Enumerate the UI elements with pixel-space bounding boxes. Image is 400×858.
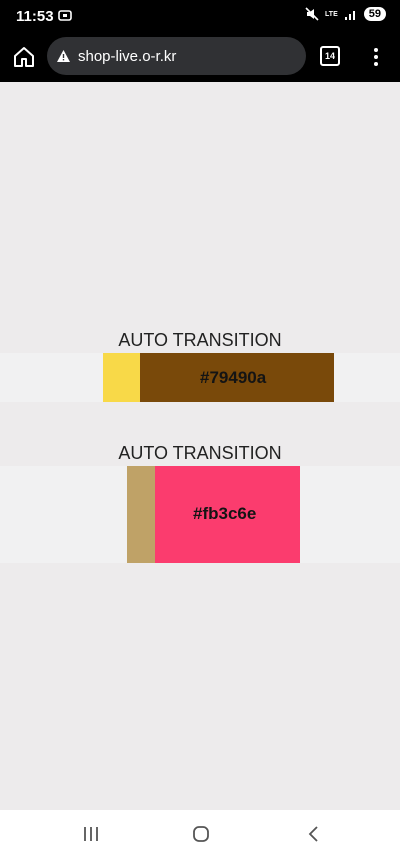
browser-toolbar: shop-live.o-r.kr 14 xyxy=(0,34,400,82)
status-bar: 11:53 LTE 59 xyxy=(0,0,400,34)
system-navigation-bar xyxy=(0,810,400,858)
screenshot-icon xyxy=(58,10,72,21)
accent-swatch xyxy=(103,353,140,402)
address-bar[interactable]: shop-live.o-r.kr xyxy=(47,37,306,75)
mute-icon xyxy=(305,7,319,21)
recent-apps-icon[interactable] xyxy=(81,824,101,844)
page-content: AUTO TRANSITION #79490a AUTO TRANSITION … xyxy=(0,82,400,810)
swatch-band: #fb3c6e xyxy=(0,466,400,563)
network-label: LTE xyxy=(325,10,338,18)
accent-swatch xyxy=(127,466,155,563)
warning-icon[interactable] xyxy=(56,49,71,63)
status-time: 11:53 xyxy=(16,8,54,25)
menu-icon[interactable] xyxy=(368,45,384,69)
status-icons: LTE 59 xyxy=(305,7,386,21)
home-nav-icon[interactable] xyxy=(191,824,211,844)
tab-switcher-button[interactable]: 14 xyxy=(320,46,340,66)
url-text[interactable]: shop-live.o-r.kr xyxy=(78,48,176,65)
signal-icon xyxy=(344,11,355,20)
section-title: AUTO TRANSITION xyxy=(118,443,282,463)
battery-badge: 59 xyxy=(363,7,386,21)
section-title: AUTO TRANSITION xyxy=(118,330,282,350)
color-hex-label: #fb3c6e xyxy=(193,504,257,523)
color-swatch: #fb3c6e xyxy=(155,466,300,563)
color-hex-label: #79490a xyxy=(200,368,267,387)
back-icon[interactable] xyxy=(304,824,324,844)
home-icon[interactable] xyxy=(12,45,36,69)
swatch-band: #79490a xyxy=(0,353,400,402)
color-swatch: #79490a xyxy=(140,353,334,402)
